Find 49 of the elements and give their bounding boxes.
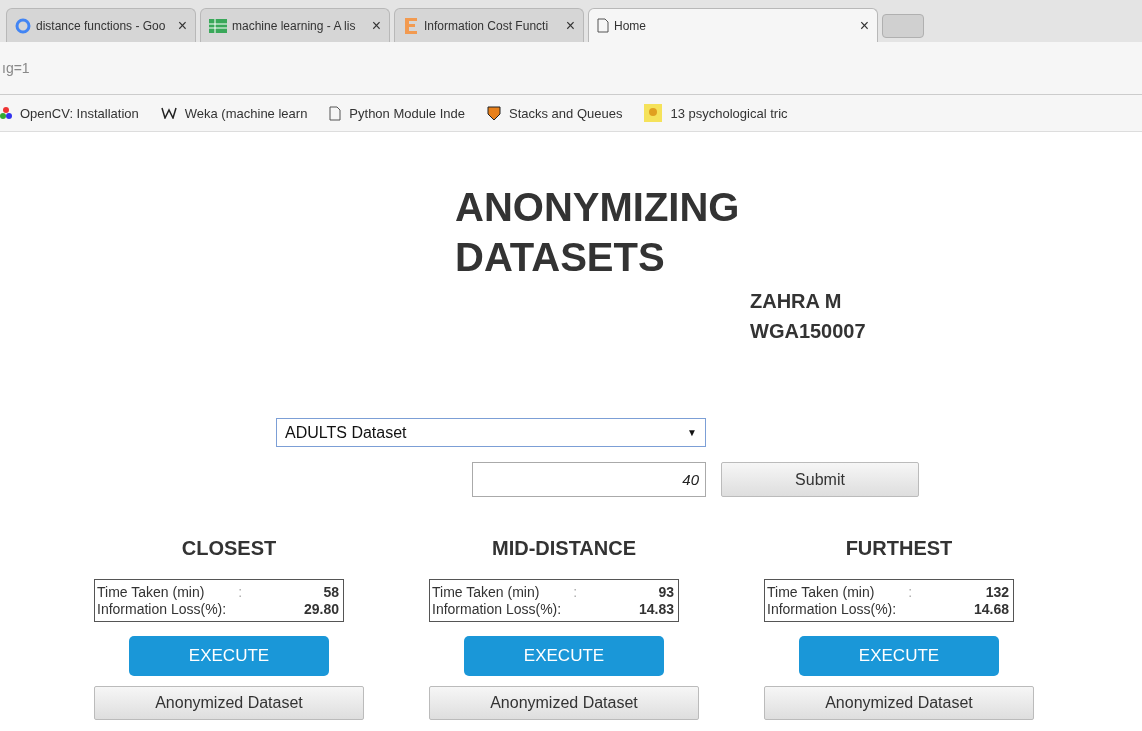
download-button[interactable]: Anonymized Dataset (764, 686, 1034, 720)
stat-value: 58 (322, 584, 339, 600)
browser-tab[interactable]: Home × (588, 8, 878, 42)
stat-label: Information Loss(%): (97, 601, 227, 617)
browser-tab[interactable]: Information Cost Functi × (394, 8, 584, 42)
close-icon[interactable]: × (565, 16, 575, 35)
browser-tab[interactable]: machine learning - A lis × (200, 8, 390, 42)
close-icon[interactable]: × (859, 16, 869, 35)
author-text: WGA150007 (750, 319, 867, 344)
close-icon[interactable]: × (177, 16, 187, 35)
stat-separator: : (572, 584, 579, 600)
bookmark-link[interactable]: 13 psychological tric (670, 105, 788, 121)
stat-separator: : (907, 584, 914, 600)
bookmark-link[interactable]: Python Module Inde (349, 105, 465, 121)
method-heading: FURTHEST (845, 537, 953, 560)
method-heading: CLOSEST (181, 537, 277, 560)
stat-label: Time Taken (min) (767, 584, 876, 600)
close-icon[interactable]: × (371, 16, 381, 35)
submit-button[interactable]: Submit (721, 462, 919, 497)
bookmark-link[interactable]: OpenCV: Installation (20, 105, 139, 121)
stat-value: 14.83 (638, 601, 674, 617)
wiki-icon (160, 107, 177, 119)
stat-value: 132 (984, 584, 1009, 600)
download-button[interactable]: Anonymized Dataset (429, 686, 699, 720)
download-button[interactable]: Anonymized Dataset (94, 686, 364, 720)
dataset-select[interactable]: ADULTS Dataset ▼ (276, 418, 706, 447)
stat-separator: : (237, 584, 244, 600)
browser-tab[interactable]: distance functions - Goo × (6, 8, 196, 42)
stat-label: Time Taken (min) (97, 584, 206, 600)
bookmark-link[interactable]: Weka (machine learn (184, 105, 308, 121)
input-field[interactable]: 40 (472, 462, 706, 497)
stat-value: 29.80 (303, 601, 339, 617)
rings-icon (0, 106, 12, 120)
page-icon (597, 18, 609, 33)
spreadsheet-icon (209, 18, 227, 33)
letter-icon (403, 16, 419, 35)
stat-label: Time Taken (min) (432, 584, 541, 600)
page-icon (329, 105, 342, 121)
stat-label: Information Loss(%): (432, 601, 562, 617)
author-text: ZAHRA M (750, 289, 843, 314)
method-heading: MID-DISTANCE (491, 537, 637, 560)
stat-value: 14.68 (973, 601, 1009, 617)
shield-icon (487, 105, 501, 121)
new-tab-button[interactable] (882, 14, 924, 38)
page-title: ANONYMIZING (455, 184, 741, 231)
bookmark-link[interactable]: Stacks and Queues (509, 105, 623, 121)
stat-label: Information Loss(%): (767, 601, 897, 617)
stat-value: 93 (657, 584, 674, 600)
page-title: DATASETS (455, 234, 666, 281)
